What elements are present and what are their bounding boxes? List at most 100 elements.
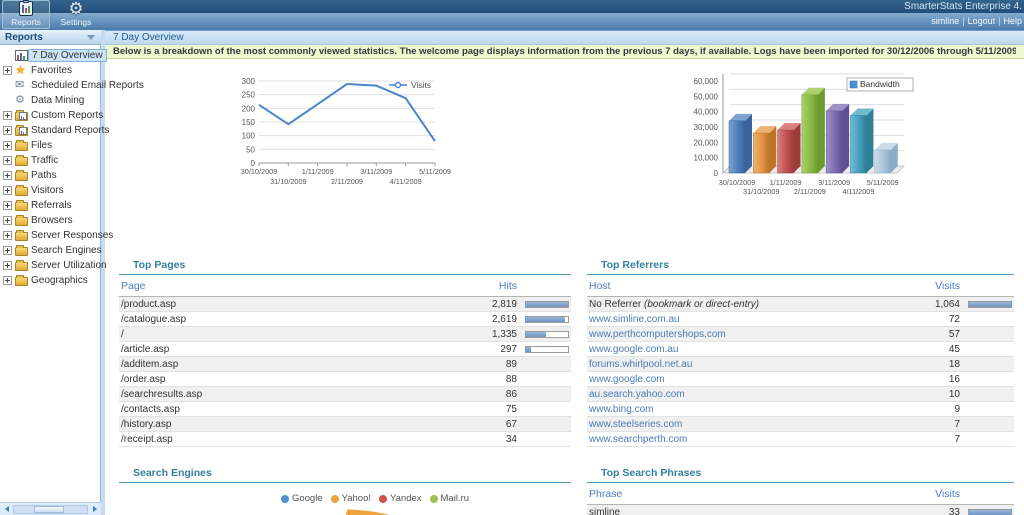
sidebar-item-7-day-overview[interactable]: 7 Day Overview [3, 48, 101, 63]
sidebar-item-label: 7 Day Overview [28, 49, 107, 62]
row-value: 67 [461, 417, 519, 432]
host-link[interactable]: forums.whirlpool.net.au [589, 359, 692, 370]
host-link[interactable]: www.google.com [589, 374, 665, 385]
svg-text:2/11/2009: 2/11/2009 [331, 177, 363, 186]
legend-item: Mail.ru [430, 493, 470, 504]
search-engines-pie-chart [225, 508, 465, 515]
expand-plus-icon[interactable] [3, 126, 12, 135]
email-icon: ✉ [15, 80, 28, 91]
sidebar-header[interactable]: Reports [0, 30, 101, 45]
expand-plus-icon[interactable] [3, 231, 12, 240]
scrollbar-thumb[interactable] [34, 506, 63, 513]
user-name-link[interactable]: simline [931, 16, 959, 26]
row-value: 10 [904, 387, 962, 402]
sidebar-item-label: Referrals [28, 200, 75, 211]
row-label-note: (bookmark or direct-entry) [644, 299, 759, 310]
svg-text:10,000: 10,000 [693, 154, 718, 163]
content-area: 05010015020025030030/10/200931/10/20091/… [105, 59, 1024, 515]
reports-nav-button[interactable]: Reports [2, 0, 50, 29]
row-value: 57 [904, 327, 962, 342]
expand-plus-icon[interactable] [3, 186, 12, 195]
row-label: /receipt.asp [121, 434, 173, 445]
expand-plus-icon[interactable] [3, 156, 12, 165]
search-engines-section: Search Engines GoogleYahoo!YandexMail.ru [119, 465, 571, 515]
expand-plus-icon[interactable] [3, 141, 12, 150]
svg-text:4/11/2009: 4/11/2009 [842, 187, 874, 196]
sidebar-item-files[interactable]: Files [3, 138, 101, 153]
sidebar-item-label: Browsers [28, 215, 76, 226]
sidebar-item-favorites[interactable]: ★Favorites [3, 63, 101, 78]
sidebar-item-traffic[interactable]: Traffic [3, 153, 101, 168]
scrollbar-track[interactable] [13, 505, 88, 514]
sidebar-item-paths[interactable]: Paths [3, 168, 101, 183]
sidebar-item-scheduled-email-reports[interactable]: ✉Scheduled Email Reports [3, 78, 101, 93]
table-row: /product.asp2,819 [119, 297, 571, 312]
host-link[interactable]: www.perthcomputershops.com [589, 329, 726, 340]
svg-text:1/11/2009: 1/11/2009 [769, 178, 801, 187]
sidebar-item-visitors[interactable]: Visitors [3, 183, 101, 198]
settings-nav-button[interactable]: ⚙ Settings [52, 0, 100, 29]
svg-text:100: 100 [242, 132, 256, 141]
sidebar-item-server-utilization[interactable]: Server Utilization [3, 258, 101, 273]
user-links: simline|Logout|Help [931, 16, 1022, 26]
folder-icon [15, 262, 28, 271]
host-link[interactable]: www.searchperth.com [589, 434, 687, 445]
sidebar-horizontal-scrollbar[interactable] [0, 502, 101, 515]
legend-item: Yahoo! [331, 493, 371, 504]
sidebar-item-label: Files [28, 140, 55, 151]
svg-text:250: 250 [242, 91, 256, 100]
svg-text:30/10/2009: 30/10/2009 [241, 167, 278, 176]
svg-text:3/11/2009: 3/11/2009 [818, 178, 850, 187]
sidebar-item-search-engines[interactable]: Search Engines [3, 243, 101, 258]
table-row: simline33 [587, 505, 1014, 515]
stat-table: PageHits/product.asp2,819/catalogue.asp2… [119, 277, 571, 447]
sidebar-item-custom-reports[interactable]: Custom Reports [3, 108, 101, 123]
column-header: Visits [904, 277, 962, 297]
sidebar-item-server-responses[interactable]: Server Responses [3, 228, 101, 243]
sidebar-item-referrals[interactable]: Referrals [3, 198, 101, 213]
reports-icon [19, 1, 33, 16]
scroll-right-arrow-icon[interactable] [88, 504, 101, 515]
host-link[interactable]: www.simline.com.au [589, 314, 680, 325]
folder-icon [15, 157, 28, 166]
host-link[interactable]: www.google.com.au [589, 344, 679, 355]
welcome-message: Below is a breakdown of the most commonl… [113, 46, 1016, 57]
sidebar-item-data-mining[interactable]: ⚙Data Mining [3, 93, 101, 108]
app-brand: SmarterStats Enterprise 4. [904, 1, 1022, 12]
help-link[interactable]: Help [1003, 16, 1022, 26]
pie-legend: GoogleYahoo!YandexMail.ru [281, 493, 469, 504]
sidebar-collapse-icon[interactable] [87, 35, 95, 40]
column-header: Phrase [587, 485, 904, 505]
table-row: au.search.yahoo.com 10 [587, 387, 1014, 402]
sidebar-item-geographics[interactable]: Geographics [3, 273, 101, 288]
expand-plus-icon[interactable] [3, 216, 12, 225]
table-row: /searchresults.asp86 [119, 387, 571, 402]
visits-line-chart: 05010015020025030030/10/200931/10/20091/… [119, 69, 571, 257]
stat-table: HostVisitsNo Referrer (bookmark or direc… [587, 277, 1014, 447]
row-value: 16 [904, 372, 962, 387]
expand-plus-icon[interactable] [3, 111, 12, 120]
star-icon: ★ [15, 65, 28, 76]
sidebar-item-browsers[interactable]: Browsers [3, 213, 101, 228]
expand-plus-icon[interactable] [3, 66, 12, 75]
expand-plus-icon[interactable] [3, 276, 12, 285]
svg-text:5/11/2009: 5/11/2009 [419, 167, 451, 176]
expand-plus-icon[interactable] [3, 201, 12, 210]
svg-text:3/11/2009: 3/11/2009 [360, 167, 392, 176]
logout-link[interactable]: Logout [968, 16, 996, 26]
scroll-left-arrow-icon[interactable] [0, 504, 13, 515]
legend-dot-icon [379, 495, 387, 503]
sidebar-item-standard-reports[interactable]: Standard Reports [3, 123, 101, 138]
host-link[interactable]: www.bing.com [589, 404, 653, 415]
row-value: 297 [461, 342, 519, 357]
svg-text:30,000: 30,000 [693, 123, 718, 132]
reports-nav-label: Reports [11, 17, 41, 28]
host-link[interactable]: au.search.yahoo.com [589, 389, 685, 400]
host-link[interactable]: www.steelseries.com [589, 419, 682, 430]
expand-plus-icon[interactable] [3, 261, 12, 270]
table-row: www.steelseries.com7 [587, 417, 1014, 432]
expand-plus-icon[interactable] [3, 171, 12, 180]
column-header: Page [119, 277, 461, 297]
table-row: /order.asp88 [119, 372, 571, 387]
expand-plus-icon[interactable] [3, 246, 12, 255]
